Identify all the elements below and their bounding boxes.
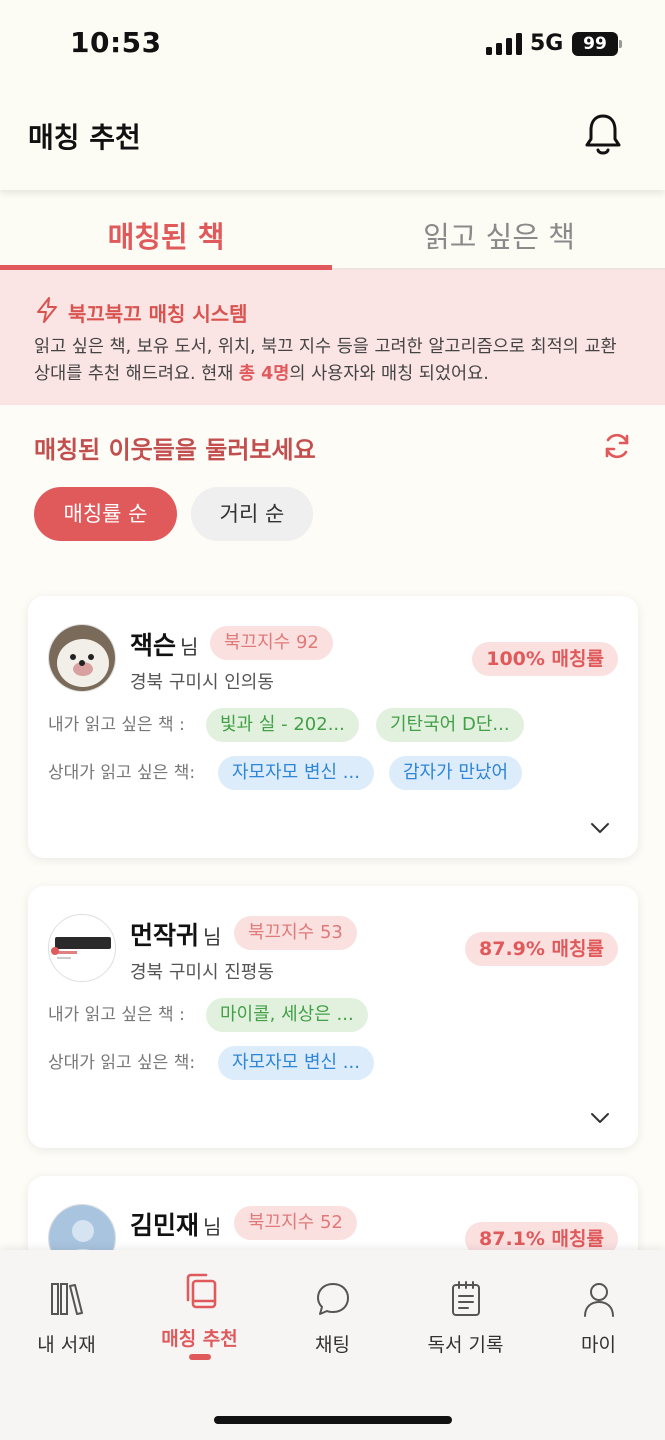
tab-matched-books[interactable]: 매칭된 책 xyxy=(0,214,332,256)
nav-label: 채팅 xyxy=(315,1334,350,1356)
section-title: 매칭된 이웃들을 둘러보세요 xyxy=(34,436,316,464)
nav-item-matching[interactable]: 매칭 추천 xyxy=(133,1250,266,1370)
their-wish-book-tag[interactable]: 자모자모 변신 ... xyxy=(218,1046,374,1080)
book-score-badge: 북끄지수 53 xyxy=(234,916,357,950)
active-nav-indicator xyxy=(189,1354,211,1360)
chevron-down-icon[interactable] xyxy=(590,1112,610,1124)
my-wish-label: 내가 읽고 싶은 책 : xyxy=(48,1005,185,1025)
bookshelf-icon xyxy=(51,1283,83,1315)
status-time: 10:53 xyxy=(70,26,162,59)
user-name-text: 잭슨 xyxy=(130,631,177,660)
tab-bar: 매칭된 책 읽고 싶은 책 xyxy=(0,190,665,270)
home-indicator xyxy=(214,1416,452,1424)
info-highlight: 총 4명 xyxy=(238,364,290,384)
their-wish-label: 상대가 읽고 싶은 책: xyxy=(48,763,196,783)
book-score-badge: 북끄지수 52 xyxy=(234,1206,357,1240)
sort-by-match-button[interactable]: 매칭률 순 xyxy=(34,487,177,541)
book-score-badge: 북끄지수 92 xyxy=(210,626,333,660)
nav-label: 내 서재 xyxy=(37,1334,96,1356)
user-location: 경북 구미시 인의동 xyxy=(130,672,274,693)
honorific: 님 xyxy=(203,1215,222,1239)
user-location: 경북 구미시 진평동 xyxy=(130,962,274,983)
nav-item-reading-log[interactable]: 독서 기록 xyxy=(399,1250,532,1370)
avatar xyxy=(48,624,116,692)
nav-label: 매칭 추천 xyxy=(161,1328,238,1350)
my-wish-book-tag[interactable]: 마이콜, 세상은 ... xyxy=(206,998,368,1032)
info-text-after: 의 사용자와 매칭 되었어요. xyxy=(289,364,489,384)
match-rate-badge: 87.9% 매칭률 xyxy=(465,932,618,966)
bell-icon[interactable] xyxy=(582,112,624,158)
nav-label: 독서 기록 xyxy=(427,1334,504,1356)
honorific: 님 xyxy=(203,925,222,949)
nav-item-library[interactable]: 내 서재 xyxy=(0,1250,133,1370)
user-name: 잭슨 님 xyxy=(130,626,198,662)
app-header: 매칭 추천 xyxy=(0,90,665,190)
nav-item-my[interactable]: 마이 xyxy=(532,1250,665,1370)
their-wish-label: 상대가 읽고 싶은 책: xyxy=(48,1053,196,1073)
honorific: 님 xyxy=(180,635,199,659)
my-wish-label: 내가 읽고 싶은 책 : xyxy=(48,715,185,735)
matching-icon xyxy=(186,1273,217,1309)
lightning-icon xyxy=(37,297,57,323)
user-name: 먼작귀 님 xyxy=(130,916,221,952)
info-banner: 북끄북끄 매칭 시스템 읽고 싶은 책, 보유 도서, 위치, 북끄 지수 등을… xyxy=(0,270,665,405)
chevron-down-icon[interactable] xyxy=(590,822,610,834)
my-wish-book-tag[interactable]: 기탄국어 D단... xyxy=(376,708,524,742)
bottom-nav: 내 서재 매칭 추천 채팅 독서 기록 마이 xyxy=(0,1250,665,1440)
page-title: 매칭 추천 xyxy=(28,121,141,154)
match-card[interactable]: 잭슨 님 북끄지수 92 경북 구미시 인의동 100% 매칭률 내가 읽고 싶은… xyxy=(28,596,638,858)
network-label: 5G xyxy=(530,31,564,56)
battery-icon: 99 xyxy=(572,32,618,56)
status-bar: 10:53 5G 99 xyxy=(0,0,665,90)
user-name-text: 먼작귀 xyxy=(130,921,200,950)
user-name-text: 김민재 xyxy=(130,1211,200,1240)
their-wish-book-tag[interactable]: 감자가 만났어 xyxy=(389,756,523,790)
sort-by-distance-button[interactable]: 거리 순 xyxy=(191,487,313,541)
match-card[interactable]: 먼작귀 님 북끄지수 53 경북 구미시 진평동 87.9% 매칭률 내가 읽고 … xyxy=(28,886,638,1148)
my-wish-book-tag[interactable]: 빛과 실 - 202... xyxy=(206,708,359,742)
person-icon xyxy=(584,1283,614,1317)
info-title: 북끄북끄 매칭 시스템 xyxy=(68,302,248,326)
notepad-icon xyxy=(452,1281,480,1316)
battery-tip xyxy=(619,40,622,48)
refresh-icon[interactable] xyxy=(602,431,632,461)
user-name: 김민재 님 xyxy=(130,1206,221,1242)
nav-label: 마이 xyxy=(581,1334,616,1356)
avatar xyxy=(48,914,116,982)
tab-wish-books[interactable]: 읽고 싶은 책 xyxy=(333,214,665,256)
match-rate-badge: 100% 매칭률 xyxy=(472,642,618,676)
signal-icon xyxy=(486,33,522,55)
chat-bubble-icon xyxy=(317,1283,349,1315)
nav-item-chat[interactable]: 채팅 xyxy=(266,1250,399,1370)
their-wish-book-tag[interactable]: 자모자모 변신 ... xyxy=(218,756,374,790)
info-text: 읽고 싶은 책, 보유 도서, 위치, 북끄 지수 등을 고려한 알고리즘으로 … xyxy=(34,334,634,388)
